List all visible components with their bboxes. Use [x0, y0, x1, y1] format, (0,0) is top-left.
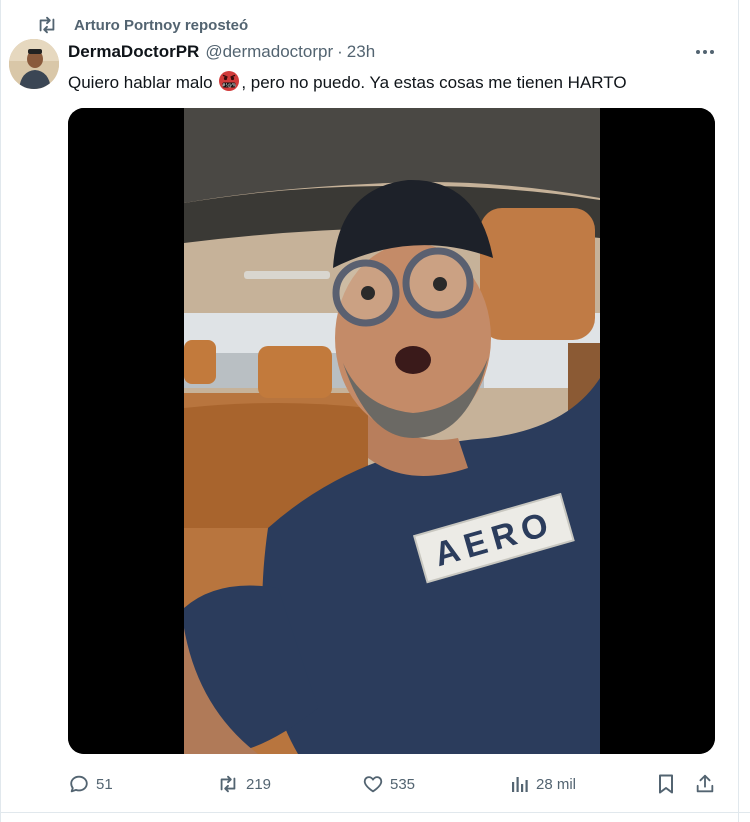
video-frame: AERO: [184, 108, 600, 754]
repost-context[interactable]: Arturo Portnoy reposteó: [36, 14, 248, 36]
tweet-text-part2: , pero no puedo. Ya estas cosas me tiene…: [241, 73, 627, 92]
timestamp[interactable]: 23h: [347, 42, 375, 62]
tweet-header: DermaDoctorPR @dermadoctorpr · 23h: [68, 42, 375, 62]
separator-dot: ·: [337, 42, 343, 61]
tweet-text-part1: Quiero hablar malo: [68, 73, 218, 92]
bookmark-icon: [659, 774, 673, 794]
retweet-icon: [220, 775, 236, 793]
share-icon: [696, 774, 714, 793]
right-border: [738, 0, 739, 822]
share-button[interactable]: [694, 766, 716, 802]
repost-label: Arturo Portnoy reposteó: [74, 16, 249, 34]
like-button[interactable]: 535: [362, 766, 415, 802]
reply-count: 51: [96, 775, 113, 793]
reply-icon: [70, 775, 88, 793]
views-button[interactable]: 28 mil: [510, 766, 576, 802]
left-border: [0, 0, 1, 822]
avatar[interactable]: [9, 39, 59, 89]
video-player[interactable]: AERO: [68, 108, 715, 754]
repost-icon: [36, 14, 58, 36]
divider: [0, 812, 750, 813]
like-count: 535: [390, 775, 416, 793]
retweet-button[interactable]: 219: [216, 766, 271, 802]
tweet-actions: 51 219 535 28 mil: [0, 766, 750, 802]
heart-icon: [363, 776, 383, 793]
views-count: 28 mil: [536, 775, 577, 793]
bookmark-button[interactable]: [656, 766, 676, 802]
reply-button[interactable]: 51: [68, 766, 113, 802]
author-name[interactable]: DermaDoctorPR: [68, 42, 199, 62]
cursing-face-emoji-icon: #!@%: [218, 70, 240, 98]
analytics-icon: [512, 777, 528, 792]
tweet-text: Quiero hablar malo #!@% , pero no puedo. …: [68, 70, 627, 98]
more-icon: [696, 50, 714, 54]
svg-text:#!@%: #!@%: [222, 83, 237, 89]
author-handle[interactable]: @dermadoctorpr: [205, 42, 333, 62]
retweet-count: 219: [246, 775, 272, 793]
more-options-button[interactable]: [692, 40, 718, 64]
